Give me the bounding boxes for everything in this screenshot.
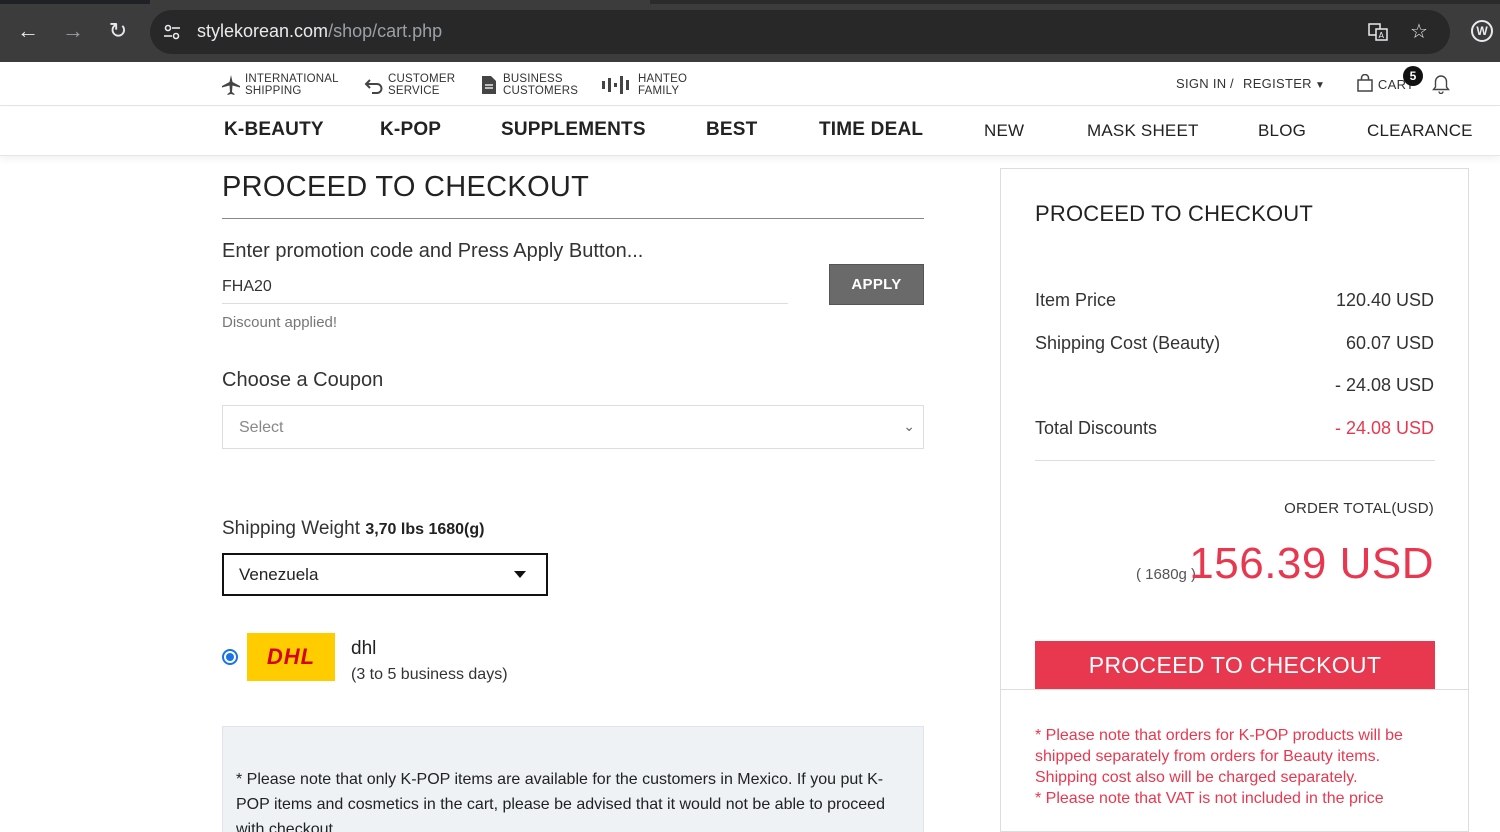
svg-text:A: A: [1379, 31, 1385, 40]
total-discounts-value: - 24.08 USD: [1334, 418, 1434, 438]
summary-divider: [1035, 460, 1435, 461]
bookmark-star-icon[interactable]: ☆: [1408, 21, 1430, 43]
page-title: PROCEED TO CHECKOUT: [222, 171, 590, 203]
nav-best[interactable]: BEST: [706, 119, 757, 141]
util-hanteo-family[interactable]: HANTEO FAMILY: [600, 72, 687, 98]
active-tab[interactable]: [150, 0, 650, 4]
summary-notes: * Please note that orders for K-POP prod…: [1035, 725, 1435, 809]
browser-chrome: ← → ↻ stylekorean.com/shop/cart.php A ☆ …: [0, 0, 1500, 62]
util-label: HANTEO FAMILY: [638, 73, 688, 97]
shopping-bag-icon: [1357, 73, 1373, 92]
promo-code-input[interactable]: [222, 270, 788, 304]
register-label: REGISTER: [1243, 76, 1312, 91]
chevron-down-icon: ⌄: [903, 418, 915, 434]
util-label: INTERNATIONAL SHIPPING: [245, 73, 339, 97]
country-selected-value: Venezuela: [239, 565, 319, 584]
nav-mask-sheet[interactable]: MASK SHEET: [1087, 121, 1199, 141]
nav-supplements[interactable]: SUPPLEMENTS: [501, 119, 646, 141]
coupon-select[interactable]: Select ⌄: [222, 405, 924, 449]
reload-icon[interactable]: ↻: [105, 18, 131, 44]
cart-count-badge: 5: [1403, 66, 1423, 86]
carrier-name: dhl: [351, 638, 377, 659]
url-path: /shop/cart.php: [328, 21, 443, 41]
nav-blog[interactable]: BLOG: [1258, 121, 1306, 141]
nav-clearance[interactable]: CLEARANCE: [1367, 121, 1473, 141]
caret-down-icon: ▼: [1311, 80, 1326, 91]
dhl-logo: DHL: [247, 633, 335, 681]
promo-heading: Enter promotion code and Press Apply But…: [222, 240, 644, 262]
title-divider: [222, 218, 924, 219]
summary-section-divider: [1001, 689, 1468, 690]
util-label: CUSTOMER SERVICE: [388, 73, 456, 97]
shipping-weight-label: Shipping Weight: [222, 518, 361, 539]
separator: /: [1230, 76, 1234, 91]
util-international-shipping[interactable]: INTERNATIONAL SHIPPING: [221, 72, 339, 98]
vat-note: * Please note that VAT is not included i…: [1035, 790, 1384, 807]
nav-time-deal[interactable]: TIME DEAL: [819, 119, 923, 141]
airplane-icon: [221, 74, 241, 96]
main-navigation: K-BEAUTY K-POP SUPPLEMENTS BEST TIME DEA…: [0, 107, 1500, 156]
site-settings-icon[interactable]: [162, 22, 182, 42]
url-host: stylekorean.com: [197, 21, 329, 41]
sign-in-link[interactable]: SIGN IN: [1176, 76, 1227, 91]
notice-box: * Please note that only K-POP items are …: [222, 726, 924, 832]
nav-k-pop[interactable]: K-POP: [380, 119, 441, 141]
total-discounts-label: Total Discounts: [1035, 418, 1158, 438]
order-summary: PROCEED TO CHECKOUT Item Price 120.40 US…: [1000, 168, 1469, 832]
order-total-weight: ( 1680g ): [1136, 566, 1197, 583]
inactive-tab[interactable]: [650, 0, 1500, 4]
translate-icon[interactable]: A: [1367, 21, 1389, 43]
util-label: BUSINESS CUSTOMERS: [503, 73, 579, 97]
shipping-weight-value: 3,70 lbs 1680(g): [365, 521, 485, 538]
extension-icon[interactable]: W: [1471, 20, 1493, 42]
address-bar[interactable]: stylekorean.com/shop/cart.php A ☆: [150, 10, 1450, 54]
nav-k-beauty[interactable]: K-BEAUTY: [224, 119, 324, 141]
forward-arrow-icon[interactable]: →: [60, 18, 86, 44]
notice-text: * Please note that only K-POP items are …: [236, 771, 885, 832]
caret-down-icon: [514, 571, 526, 578]
shipping-cost-value: 60.07 USD: [1345, 333, 1434, 353]
tab-strip: [0, 0, 1500, 4]
item-price-value: 120.40 USD: [1335, 290, 1434, 310]
shipping-cost-label: Shipping Cost (Beauty): [1035, 333, 1221, 353]
summary-title: PROCEED TO CHECKOUT: [1035, 201, 1314, 226]
order-total-amount: 156.39 USD: [1189, 539, 1434, 588]
order-total-label: ORDER TOTAL(USD): [1284, 500, 1434, 517]
apply-button[interactable]: APPLY: [829, 264, 924, 305]
coupon-heading: Choose a Coupon: [222, 369, 384, 391]
discount-message: Discount applied!: [222, 314, 338, 331]
coupon-selected-value: Select: [239, 419, 284, 436]
proceed-to-checkout-button[interactable]: PROCEED TO CHECKOUT: [1035, 641, 1435, 689]
dhl-logo-text: DHL: [266, 644, 316, 669]
country-select[interactable]: Venezuela: [222, 553, 548, 596]
shipping-note: * Please note that orders for K-POP prod…: [1035, 727, 1403, 786]
register-link[interactable]: REGISTER ▼: [1243, 76, 1325, 91]
utility-bar: INTERNATIONAL SHIPPING CUSTOMER SERVICE …: [0, 62, 1500, 106]
util-business-customers[interactable]: BUSINESS CUSTOMERS: [479, 72, 578, 98]
sound-bars-icon: [600, 74, 634, 96]
carrier-delivery-days: (3 to 5 business days): [351, 666, 508, 683]
item-price-label: Item Price: [1035, 290, 1117, 310]
document-icon: [479, 74, 499, 96]
back-arrow-icon[interactable]: ←: [15, 18, 41, 44]
shipping-weight: Shipping Weight 3,70 lbs 1680(g): [222, 518, 484, 540]
dhl-radio[interactable]: [222, 649, 238, 665]
util-customer-service[interactable]: CUSTOMER SERVICE: [364, 72, 455, 98]
discount-line-value: - 24.08 USD: [1334, 375, 1434, 395]
url-text[interactable]: stylekorean.com/shop/cart.php: [197, 21, 442, 42]
bell-icon[interactable]: [1432, 74, 1450, 97]
return-arrow-icon: [364, 74, 384, 96]
nav-new[interactable]: NEW: [984, 121, 1024, 141]
